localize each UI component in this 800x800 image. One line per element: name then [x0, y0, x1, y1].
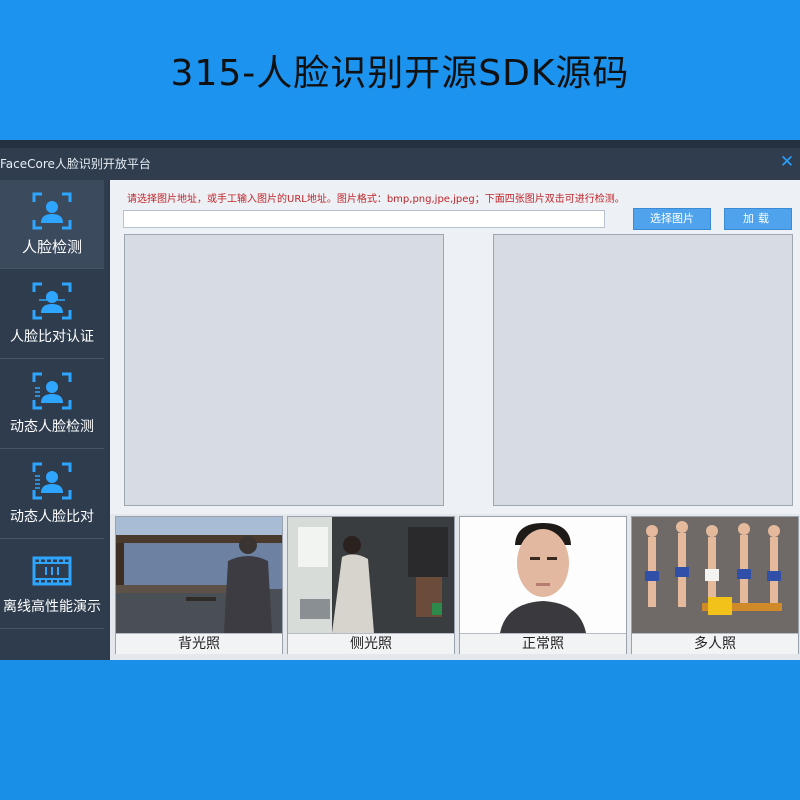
url-input[interactable]	[123, 210, 605, 228]
thumbnail-label: 多人照	[632, 633, 798, 654]
thumbnail-label: 背光照	[116, 633, 282, 654]
sidebar-item-label: 动态人脸检测	[10, 419, 94, 435]
window-titlebar: FaceCore人脸识别开放平台 ✕	[0, 148, 800, 180]
banner: 315-人脸识别开源SDK源码	[0, 0, 800, 140]
thumbnail-backlight[interactable]: 背光照	[115, 516, 283, 654]
close-icon[interactable]: ✕	[778, 153, 796, 171]
source-image-panel	[124, 234, 444, 506]
sidebar-item-label: 动态人脸比对	[10, 509, 94, 525]
result-image-panel	[493, 234, 793, 506]
thumbnail-sidelight[interactable]: 侧光照	[287, 516, 455, 654]
dynamic-face-compare-icon	[32, 462, 72, 500]
film-icon	[32, 556, 72, 586]
backlight-photo	[116, 517, 282, 633]
group-photo	[632, 517, 798, 633]
sidebar-item-face-detect[interactable]: 人脸检测	[0, 180, 104, 269]
face-detect-icon	[32, 192, 72, 230]
main-content: 请选择图片地址，或手工输入图片的URL地址。图片格式：bmp,png,jpe,j…	[110, 180, 800, 660]
normal-photo	[460, 517, 626, 633]
thumbnail-label: 侧光照	[288, 633, 454, 654]
sidebar-item-label: 离线高性能演示	[3, 599, 101, 615]
sidebar-item-dynamic-face-detect[interactable]: 动态人脸检测	[0, 360, 104, 449]
sidebar-item-face-compare[interactable]: 人脸比对认证	[0, 270, 104, 359]
sidebar-item-label: 人脸检测	[21, 238, 82, 256]
window-title: FaceCore人脸识别开放平台	[0, 157, 151, 171]
thumbnail-normal[interactable]: 正常照	[459, 516, 627, 654]
app-window: FaceCore人脸识别开放平台 ✕ 人脸检测 人脸比对认证 动态人脸检测 动态…	[0, 140, 800, 660]
load-button[interactable]: 加载	[724, 208, 792, 230]
sidelight-photo	[288, 517, 454, 633]
dynamic-face-detect-icon	[32, 372, 72, 410]
sidebar: 人脸检测 人脸比对认证 动态人脸检测 动态人脸比对 离线高性能演示	[0, 180, 108, 660]
sample-thumbnails: 背光照 侧光照 正常照 多人照	[110, 514, 800, 660]
sidebar-item-offline-demo[interactable]: 离线高性能演示	[0, 540, 104, 629]
sidebar-item-label: 人脸比对认证	[10, 329, 94, 345]
sidebar-item-dynamic-face-compare[interactable]: 动态人脸比对	[0, 450, 104, 539]
thumbnail-group[interactable]: 多人照	[631, 516, 799, 654]
instruction-text: 请选择图片地址，或手工输入图片的URL地址。图片格式：bmp,png,jpe,j…	[127, 194, 625, 205]
window-top-strip	[0, 140, 800, 148]
face-compare-icon	[32, 282, 72, 320]
select-image-button[interactable]: 选择图片	[633, 208, 711, 230]
thumbnail-label: 正常照	[460, 633, 626, 654]
banner-title: 315-人脸识别开源SDK源码	[170, 53, 630, 94]
